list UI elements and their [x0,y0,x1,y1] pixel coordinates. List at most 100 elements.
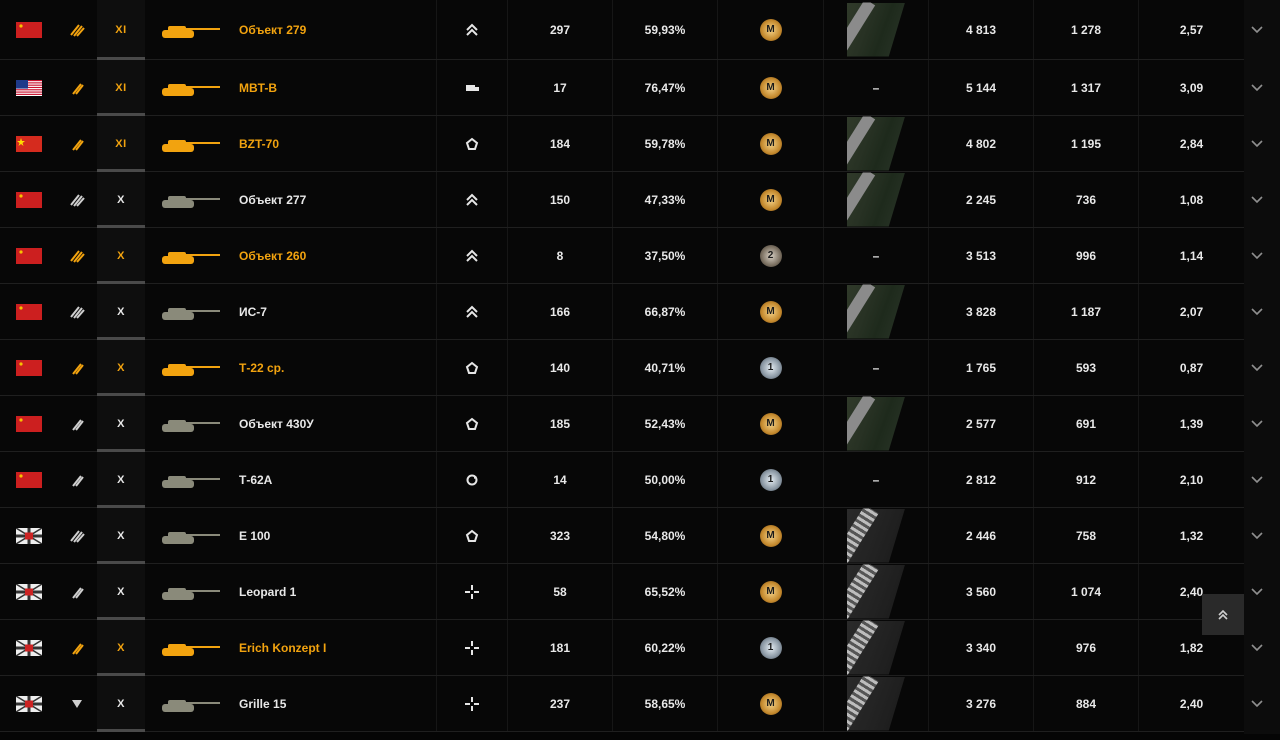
rotate-icon [436,452,507,507]
tank-name[interactable]: Объект 260 [239,228,434,283]
marks-of-excellence-icon [847,620,905,675]
tank-name[interactable]: Grille 15 [239,676,434,731]
average-experience: 912 [1033,452,1138,507]
vehicle-class-icon [57,228,97,283]
marks-of-excellence-icon [847,564,905,619]
pentagon-icon [436,116,507,171]
chevron-down-icon[interactable] [1244,0,1270,59]
average-damage: 3 560 [928,564,1033,619]
table-row[interactable]: X Т-22 ср. 140 40,71% 1 – 1 765 593 0,87 [0,340,1244,396]
tank-name[interactable]: Объект 277 [239,172,434,227]
nation-flag-icon [0,228,57,283]
vehicle-class-icon [57,564,97,619]
chevron-down-icon[interactable] [1244,116,1270,171]
tank-name[interactable]: E 100 [239,508,434,563]
vehicle-class-icon [57,620,97,675]
average-damage: 3 340 [928,620,1033,675]
tank-name[interactable]: Объект 279 [239,0,434,59]
mastery-badge-icon: M [759,300,782,323]
tier-label: XI [115,137,127,150]
tank-image-icon [152,620,232,675]
tank-name[interactable]: Leopard 1 [239,564,434,619]
chevron-down-icon[interactable] [1244,284,1270,339]
table-row[interactable]: X E 100 323 54,80% M 2 446 758 1,32 [0,508,1244,564]
tank-role-icon [436,60,507,115]
chevron-down-icon[interactable] [1244,564,1270,619]
table-row[interactable]: X Объект 260 8 37,50% 2 – 3 513 996 1,14 [0,228,1244,284]
mastery-badge-icon: 1 [759,468,782,491]
chevron-down-icon[interactable] [1244,396,1270,451]
average-experience: 691 [1033,396,1138,451]
nation-flag-icon [0,172,57,227]
table-row[interactable]: XI MBT-B 17 76,47% M – 5 144 1 317 3,09 [0,60,1244,116]
marks-of-excellence-none: – [872,248,880,263]
mastery-badge-icon: 1 [759,636,782,659]
vehicle-class-icon [57,340,97,395]
tank-image-icon [152,172,232,227]
average-damage: 2 812 [928,452,1033,507]
kill-death-ratio: 1,08 [1138,172,1244,227]
table-row[interactable]: X Объект 430У 185 52,43% M 2 577 691 1,39 [0,396,1244,452]
tank-name[interactable]: MBT-B [239,60,434,115]
win-rate: 60,22% [612,620,717,675]
vehicle-stats-table: XI Объект 279 297 59,93% M 4 813 1 278 2,57 XI MB… [0,0,1244,732]
table-row[interactable]: X Erich Konzept I 181 60,22% 1 3 340 976 1,82 [0,620,1244,676]
marks-of-excellence-icon [847,508,905,563]
chevron-down-icon[interactable] [1244,228,1270,283]
marks-of-excellence-none: – [872,80,880,95]
table-row[interactable]: XI Объект 279 297 59,93% M 4 813 1 278 2,57 [0,0,1244,60]
battles-count: 17 [507,60,612,115]
kill-death-ratio: 1,14 [1138,228,1244,283]
average-damage: 3 513 [928,228,1033,283]
average-experience: 884 [1033,676,1138,731]
vehicle-class-icon [57,0,97,59]
tank-image-icon [152,116,232,171]
tank-name[interactable]: BZT-70 [239,116,434,171]
double-chevron-up-icon [1218,609,1228,620]
pentagon-icon [436,340,507,395]
average-damage: 4 802 [928,116,1033,171]
win-rate: 66,87% [612,284,717,339]
win-rate: 52,43% [612,396,717,451]
average-experience: 1 278 [1033,0,1138,59]
mastery-badge-icon: M [759,524,782,547]
chevron-down-icon[interactable] [1244,340,1270,395]
average-experience: 593 [1033,340,1138,395]
chevron-down-icon[interactable] [1244,172,1270,227]
tier-label: X [117,641,125,654]
table-row[interactable]: X Leopard 1 58 65,52% M 3 560 1 074 2,40 [0,564,1244,620]
crosshair-icon [436,676,507,731]
marks-of-excellence-icon [847,172,905,227]
chevron-down-icon[interactable] [1244,60,1270,115]
battles-count: 185 [507,396,612,451]
scroll-to-top-button[interactable] [1202,594,1244,635]
vehicle-class-icon [57,284,97,339]
battles-count: 184 [507,116,612,171]
vehicle-class-icon [57,172,97,227]
average-experience: 1 074 [1033,564,1138,619]
kill-death-ratio: 3,09 [1138,60,1244,115]
tank-name[interactable]: ИС-7 [239,284,434,339]
pentagon-icon [436,508,507,563]
win-rate: 54,80% [612,508,717,563]
mastery-badge-icon: M [759,188,782,211]
tank-name[interactable]: Erich Konzept I [239,620,434,675]
table-row[interactable]: XI BZT-70 184 59,78% M 4 802 1 195 2,84 [0,116,1244,172]
table-row[interactable]: X Grille 15 237 58,65% M 3 276 884 2,40 [0,676,1244,732]
chevron-down-icon[interactable] [1244,620,1270,675]
battles-count: 58 [507,564,612,619]
average-experience: 736 [1033,172,1138,227]
tank-name[interactable]: Т-22 ср. [239,340,434,395]
kill-death-ratio: 1,32 [1138,508,1244,563]
chevron-down-icon[interactable] [1244,508,1270,563]
table-row[interactable]: X Объект 277 150 47,33% M 2 245 736 1,08 [0,172,1244,228]
kill-death-ratio: 1,39 [1138,396,1244,451]
win-rate: 59,93% [612,0,717,59]
mastery-badge-icon: M [759,692,782,715]
table-row[interactable]: X ИС-7 166 66,87% M 3 828 1 187 2,07 [0,284,1244,340]
tank-name[interactable]: Объект 430У [239,396,434,451]
chevron-down-icon[interactable] [1244,452,1270,507]
tank-name[interactable]: Т-62А [239,452,434,507]
chevron-down-icon[interactable] [1244,676,1270,731]
table-row[interactable]: X Т-62А 14 50,00% 1 – 2 812 912 2,10 [0,452,1244,508]
